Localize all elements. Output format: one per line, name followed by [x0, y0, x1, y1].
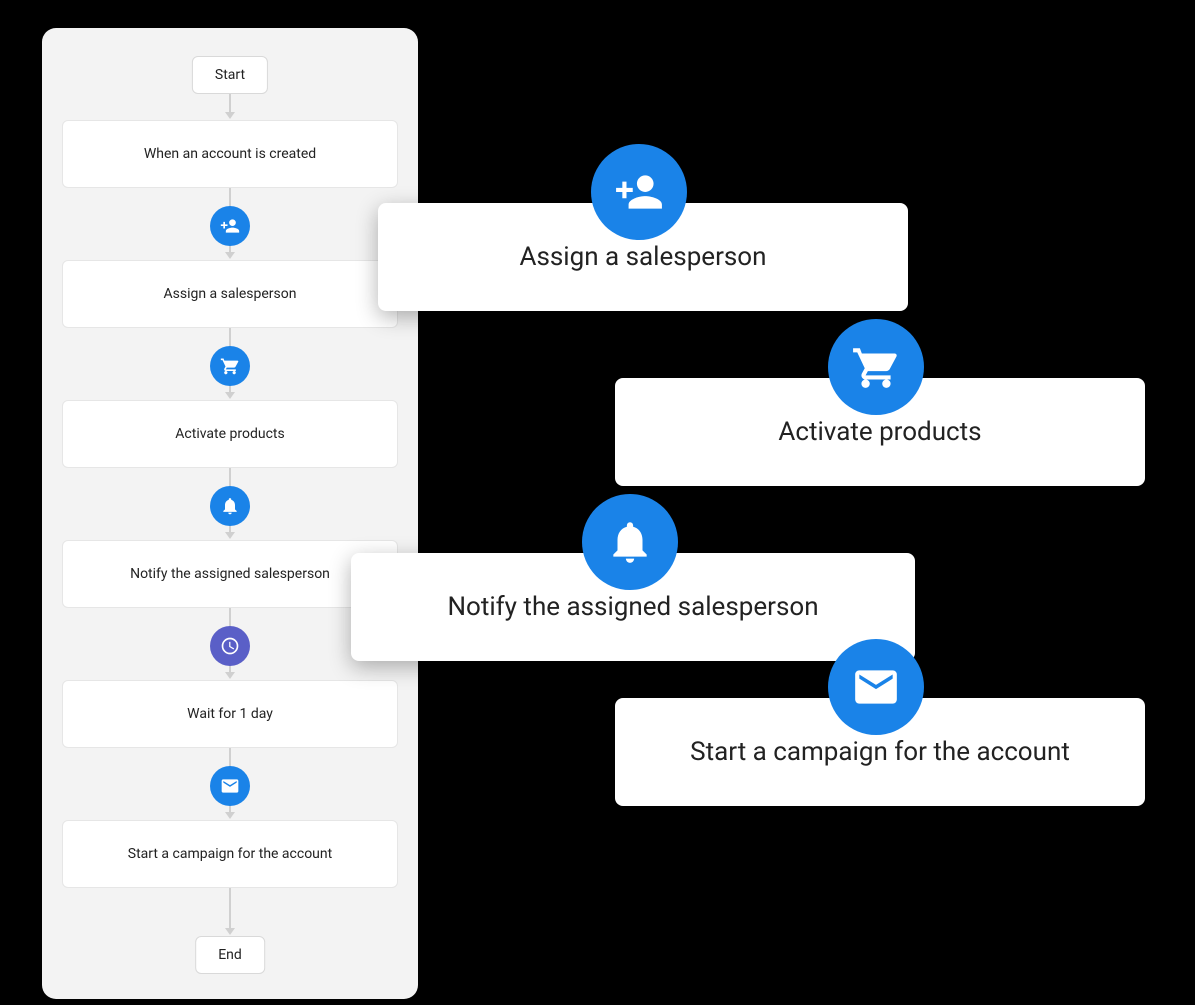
- highlight-campaign-label: Start a campaign for the account: [690, 737, 1070, 767]
- cart-icon: [210, 346, 250, 386]
- arrow-icon: [225, 672, 235, 679]
- trigger-node[interactable]: When an account is created: [62, 120, 398, 188]
- wait-node[interactable]: Wait for 1 day: [62, 680, 398, 748]
- highlight-notify-label: Notify the assigned salesperson: [447, 592, 818, 622]
- start-node[interactable]: Start: [192, 56, 268, 94]
- workflow-panel: Start When an account is created Assign …: [42, 28, 418, 999]
- end-node[interactable]: End: [195, 936, 265, 974]
- highlight-assign-label: Assign a salesperson: [519, 242, 766, 272]
- clock-icon: [210, 626, 250, 666]
- mail-icon: [828, 639, 924, 735]
- campaign-node[interactable]: Start a campaign for the account: [62, 820, 398, 888]
- activate-node[interactable]: Activate products: [62, 400, 398, 468]
- notify-label: Notify the assigned salesperson: [130, 566, 330, 582]
- mail-icon: [210, 766, 250, 806]
- arrow-icon: [225, 928, 235, 935]
- cart-icon: [828, 319, 924, 415]
- arrow-icon: [225, 812, 235, 819]
- highlight-activate-label: Activate products: [778, 417, 981, 447]
- trigger-label: When an account is created: [144, 146, 316, 162]
- campaign-label: Start a campaign for the account: [128, 846, 332, 862]
- arrow-icon: [225, 532, 235, 539]
- notify-node[interactable]: Notify the assigned salesperson: [62, 540, 398, 608]
- activate-label: Activate products: [175, 426, 284, 442]
- person-add-icon: [210, 206, 250, 246]
- assign-label: Assign a salesperson: [163, 286, 296, 302]
- arrow-icon: [225, 112, 235, 119]
- person-add-icon: [591, 144, 687, 240]
- assign-node[interactable]: Assign a salesperson: [62, 260, 398, 328]
- bell-icon: [582, 494, 678, 590]
- connector: [229, 94, 231, 112]
- arrow-icon: [225, 252, 235, 259]
- bell-icon: [210, 486, 250, 526]
- connector: [229, 888, 231, 928]
- wait-label: Wait for 1 day: [187, 706, 273, 722]
- arrow-icon: [225, 392, 235, 399]
